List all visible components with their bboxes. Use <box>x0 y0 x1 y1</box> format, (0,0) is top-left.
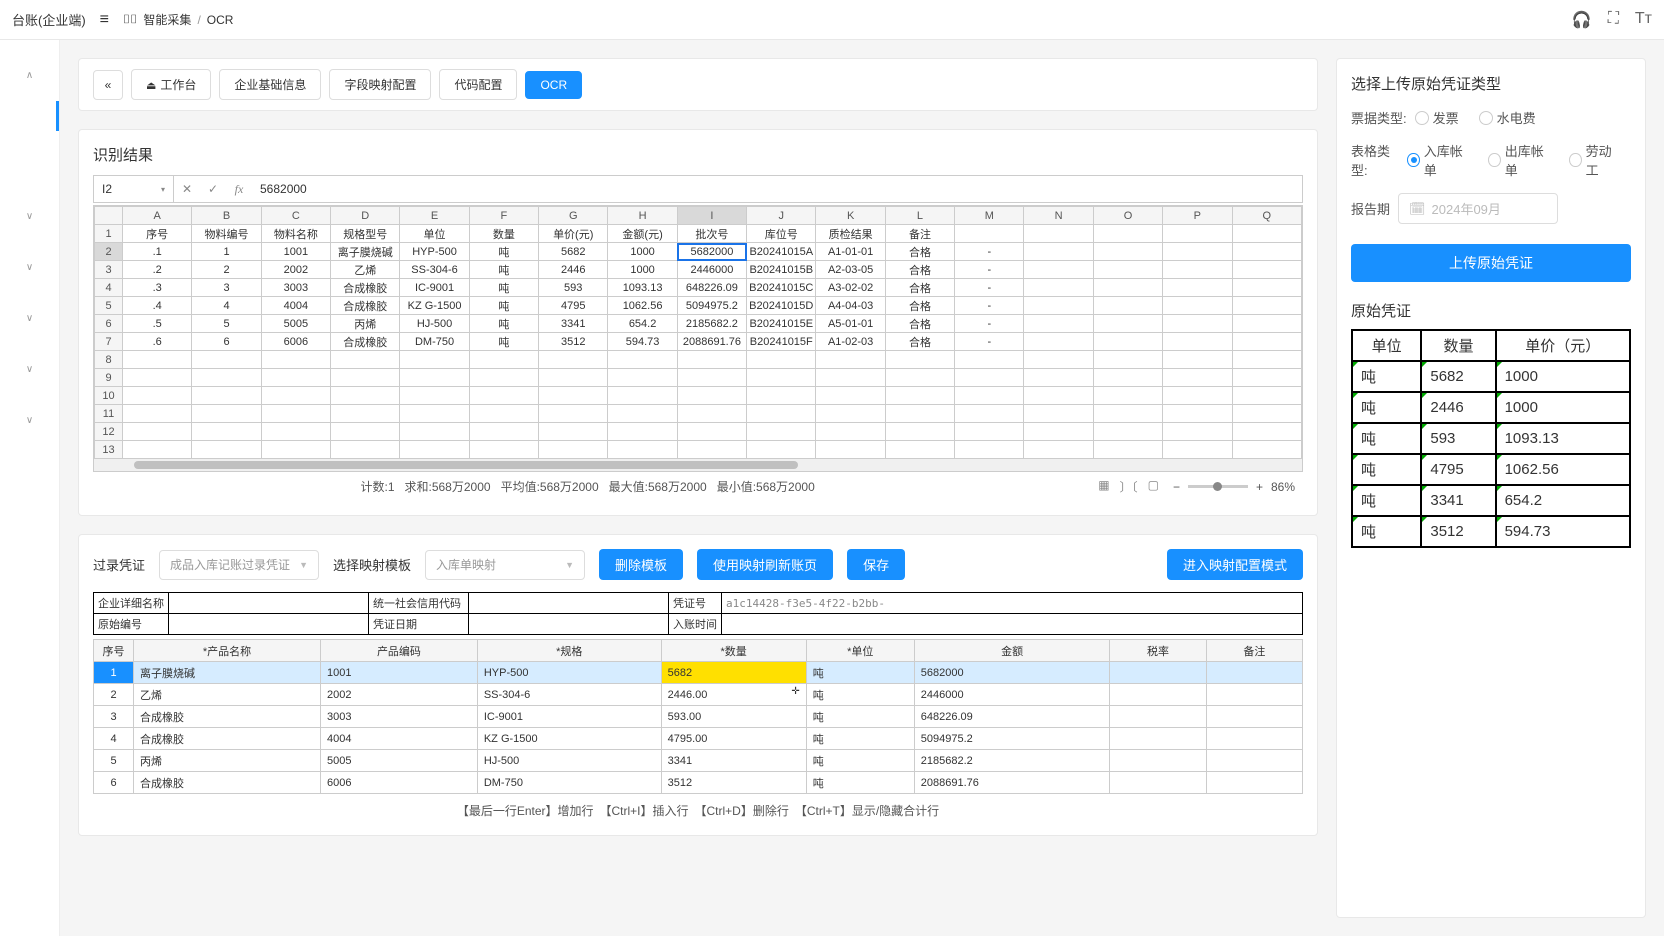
page-layout-icon[interactable]: ▢ <box>1148 478 1159 495</box>
dropdown-icon: ▾ <box>161 185 165 194</box>
entry-data-table[interactable]: 序号*产品名称产品编码*规格*数量*单位金额税率备注1离子膜烧碱1001HYP-… <box>93 639 1303 794</box>
voucher-select[interactable]: 成品入库记账过录凭证▼ <box>159 550 319 580</box>
fullscreen-icon[interactable]: ⛶ <box>1608 10 1619 30</box>
topbar: 台账(企业端) ≡ ⌷⌷ 智能采集 / OCR 🎧 ⛶ Tт <box>0 0 1664 40</box>
menu-icon[interactable]: ≡ <box>100 11 109 29</box>
cancel-icon[interactable]: ✕ <box>174 182 200 196</box>
nav-collapse-up[interactable]: ∧ <box>0 60 59 91</box>
cell-reference[interactable]: I2▾ <box>94 176 174 202</box>
fx-icon[interactable]: fx <box>226 182 252 197</box>
keyboard-hint: 【最后一行Enter】增加行 【Ctrl+I】插入行 【Ctrl+D】删除行 【… <box>93 794 1303 821</box>
tab-code-cfg[interactable]: 代码配置 <box>439 69 517 100</box>
ocr-title: 识别结果 <box>93 144 1303 165</box>
template-label: 选择映射模板 <box>333 555 411 574</box>
radio-utility[interactable]: 水电费 <box>1479 108 1536 127</box>
stat-sum: 求和:568万2000 <box>405 478 491 495</box>
entry-card: 过录凭证 成品入库记账过录凭证▼ 选择映射模板 入库单映射▼ 删除模板 使用映射… <box>78 534 1318 836</box>
report-period-input[interactable]: 🗓 2024年09月 <box>1398 193 1558 224</box>
page-break-icon[interactable]: 〕〔 <box>1120 478 1138 495</box>
collect-icon: ⌷⌷ <box>123 12 137 27</box>
upload-voucher-button[interactable]: 上传原始凭证 <box>1351 244 1631 282</box>
voucher-preview-table: 单位数量单价（元）吨56821000吨24461000吨5931093.13吨4… <box>1351 329 1631 548</box>
tab-workbench[interactable]: ⏏工作台 <box>131 69 211 100</box>
save-button[interactable]: 保存 <box>847 549 905 580</box>
stat-count: 计数:1 <box>360 478 394 495</box>
voucher-label: 过录凭证 <box>93 555 145 574</box>
nav-chevron-5[interactable]: ∨ <box>0 405 59 436</box>
radio-invoice[interactable]: 发票 <box>1415 108 1459 127</box>
nav-chevron-1[interactable]: ∨ <box>0 201 59 232</box>
tabs-collapse-icon[interactable]: « <box>93 70 123 100</box>
nav-chevron-2[interactable]: ∨ <box>0 252 59 283</box>
left-nav: ∧ ∨ ∨ ∨ ∨ ∨ <box>0 40 60 936</box>
breadcrumb-page: OCR <box>207 13 234 27</box>
text-size-icon[interactable]: Tт <box>1635 10 1652 30</box>
preview-title: 原始凭证 <box>1351 300 1631 321</box>
app-title: 台账(企业端) <box>12 10 86 29</box>
grid-view-icon[interactable]: ▦ <box>1098 478 1109 495</box>
stat-avg: 平均值:568万2000 <box>501 478 599 495</box>
tab-field-map[interactable]: 字段映射配置 <box>329 69 431 100</box>
formula-value[interactable]: 5682000 <box>252 182 315 196</box>
zoom-slider[interactable] <box>1188 485 1248 488</box>
refresh-mapping-button[interactable]: 使用映射刷新账页 <box>697 549 833 580</box>
tab-ocr[interactable]: OCR <box>525 71 582 99</box>
radio-outbound[interactable]: 出库帐单 <box>1488 141 1549 179</box>
delete-template-button[interactable]: 删除模板 <box>599 549 683 580</box>
spreadsheet[interactable]: ABCDEFGHIJKLMNOPQ1序号物料编号物料名称规格型号单位数量单价(元… <box>94 206 1302 459</box>
confirm-icon[interactable]: ✓ <box>200 182 226 196</box>
voucher-meta-table: 企业详细名称 统一社会信用代码 凭证号 a1c14428-f3e5-4f22-b… <box>93 592 1303 635</box>
ocr-result-card: 识别结果 I2▾ ✕ ✓ fx 5682000 ABCDEFGHIJKLMNOP… <box>78 129 1318 516</box>
nav-chevron-3[interactable]: ∨ <box>0 303 59 334</box>
report-period-label: 报告期 <box>1351 199 1390 218</box>
radio-labor[interactable]: 劳动工 <box>1569 141 1619 179</box>
bill-type-label: 票据类型: <box>1351 108 1407 127</box>
enter-config-button[interactable]: 进入映射配置模式 <box>1167 549 1303 580</box>
stat-max: 最大值:568万2000 <box>609 478 707 495</box>
nav-active-indicator <box>56 101 59 131</box>
formula-bar: I2▾ ✕ ✓ fx 5682000 <box>93 175 1303 203</box>
horizontal-scrollbar[interactable] <box>94 459 1302 471</box>
stat-min: 最小值:568万2000 <box>717 478 815 495</box>
calendar-icon: 🗓 <box>1409 201 1426 217</box>
table-type-label: 表格类型: <box>1351 141 1399 179</box>
template-select[interactable]: 入库单映射▼ <box>425 550 585 580</box>
sheet-status-bar: 计数:1 求和:568万2000 平均值:568万2000 最大值:568万20… <box>93 472 1303 501</box>
zoom-value: 86% <box>1271 480 1295 494</box>
home-icon: ⏏ <box>146 80 156 92</box>
tab-basic-info[interactable]: 企业基础信息 <box>219 69 321 100</box>
nav-chevron-4[interactable]: ∨ <box>0 354 59 385</box>
chevron-down-icon: ▼ <box>565 560 574 570</box>
radio-inbound[interactable]: 入库帐单 <box>1407 141 1468 179</box>
zoom-out-icon[interactable]: − <box>1173 480 1180 494</box>
zoom-in-icon[interactable]: + <box>1256 480 1263 494</box>
headset-icon[interactable]: 🎧 <box>1572 10 1592 30</box>
right-panel: 选择上传原始凭证类型 票据类型: 发票 水电费 表格类型: 入库帐单 出库帐单 … <box>1336 58 1646 918</box>
chevron-down-icon: ▼ <box>299 560 308 570</box>
breadcrumb-root[interactable]: 智能采集 <box>143 11 191 28</box>
upload-title: 选择上传原始凭证类型 <box>1351 73 1631 94</box>
